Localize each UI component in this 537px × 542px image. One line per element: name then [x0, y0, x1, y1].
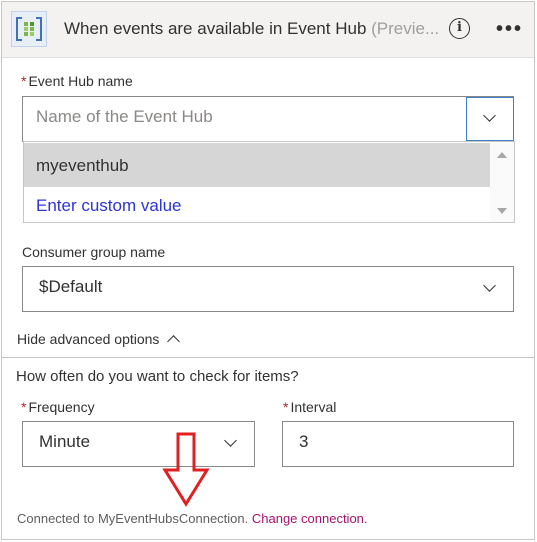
interval-label-text: Interval	[290, 399, 337, 415]
dropdown-option-custom-value[interactable]: Enter custom value	[24, 188, 490, 222]
event-hub-name-label: * Event Hub name	[21, 73, 133, 89]
consumer-group-value: $Default	[39, 277, 103, 296]
trigger-card: When events are available in Event Hub (…	[1, 1, 535, 540]
more-options-icon[interactable]: •••	[496, 19, 523, 39]
scroll-up-icon[interactable]	[497, 152, 507, 158]
event-hub-dropdown-button[interactable]	[466, 97, 514, 141]
change-connection-link[interactable]: Change connection.	[252, 511, 368, 526]
hide-advanced-options-toggle[interactable]: Hide advanced options	[17, 331, 181, 348]
schedule-heading: How often do you want to check for items…	[16, 368, 299, 385]
frequency-label: * Frequency	[21, 399, 95, 415]
info-icon[interactable]: i	[449, 18, 470, 39]
chevron-up-icon	[167, 335, 181, 348]
required-mark: *	[283, 399, 289, 415]
chevron-down-icon	[224, 434, 237, 447]
event-hub-dropdown-list: myeventhub Enter custom value	[23, 141, 515, 223]
preview-tag: (Previe...	[371, 19, 440, 38]
interval-input[interactable]: 3	[282, 421, 514, 467]
option-label: Enter custom value	[36, 196, 182, 215]
interval-label: * Interval	[283, 399, 336, 415]
chevron-down-icon	[483, 279, 496, 292]
frequency-label-text: Frequency	[28, 399, 95, 415]
card-header[interactable]: When events are available in Event Hub (…	[2, 2, 534, 58]
required-mark: *	[21, 399, 27, 415]
hide-advanced-options-label: Hide advanced options	[17, 331, 160, 347]
frequency-value: Minute	[39, 432, 91, 451]
event-hub-icon	[11, 11, 47, 47]
frequency-select[interactable]: Minute	[22, 421, 255, 467]
card-title: When events are available in Event Hub (…	[64, 19, 439, 39]
scroll-down-icon[interactable]	[497, 208, 507, 214]
interval-value: 3	[299, 432, 309, 451]
consumer-group-label: Consumer group name	[22, 244, 166, 260]
connection-status-text: Connected to MyEventHubsConnection.	[17, 511, 249, 526]
annotation-arrow-icon	[162, 432, 210, 507]
dropdown-scrollbar[interactable]	[490, 142, 514, 222]
option-label: myeventhub	[36, 156, 129, 175]
chevron-down-icon	[483, 109, 496, 122]
consumer-group-select[interactable]: $Default	[22, 266, 514, 312]
section-divider	[2, 357, 534, 358]
required-mark: *	[21, 73, 27, 89]
card-title-text: When events are available in Event Hub	[64, 19, 367, 38]
event-hub-name-select[interactable]: Name of the Event Hub	[22, 96, 514, 142]
connection-footer: Connected to MyEventHubsConnection. Chan…	[17, 511, 368, 526]
event-hub-name-placeholder: Name of the Event Hub	[36, 107, 213, 126]
event-hub-name-label-text: Event Hub name	[28, 73, 133, 89]
dropdown-option-myeventhub[interactable]: myeventhub	[24, 143, 490, 187]
